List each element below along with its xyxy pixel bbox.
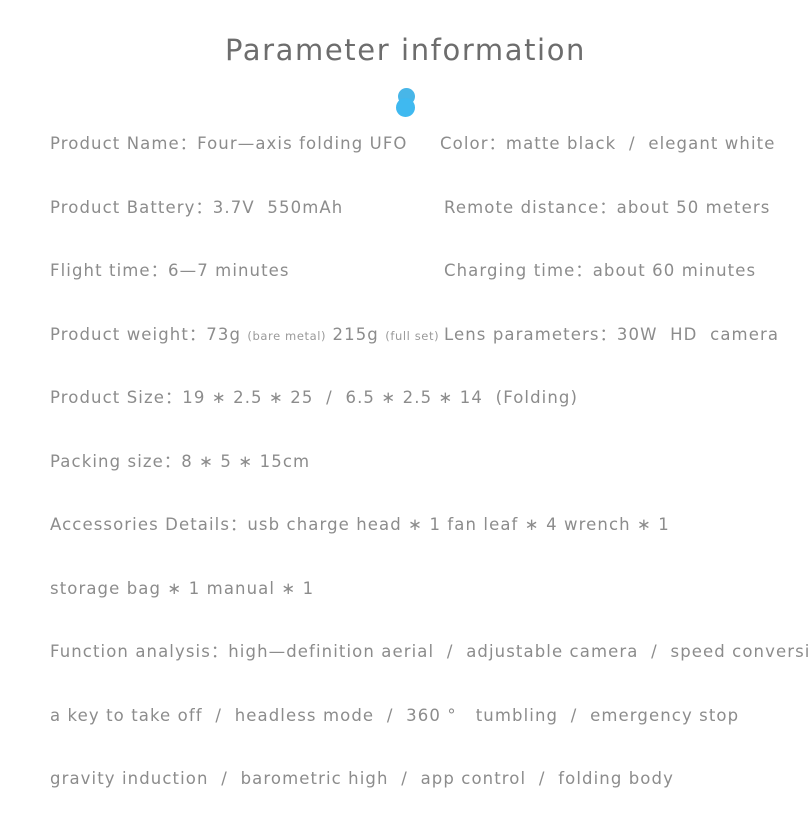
- spec-value: gravity induction / barometric high / ap…: [50, 769, 674, 788]
- spec-separator: ：: [188, 324, 207, 344]
- spec-value: a key to take off / headless mode / 360 …: [50, 705, 740, 725]
- spec-packing-size: Packing size：8 ∗ 5 ∗ 15cm: [50, 443, 310, 481]
- spec-value: storage bag ∗ 1 manual ∗ 1: [50, 578, 315, 598]
- spec-separator: ：: [230, 515, 248, 534]
- spec-label: Charging time: [444, 261, 576, 280]
- spec-value: 3.7V 550mAh: [212, 197, 344, 217]
- spec-value: usb charge head ∗ 1 fan leaf ∗ 4 wrench …: [247, 515, 670, 534]
- spec-value: 73g: [206, 324, 242, 344]
- spec-label: Function analysis: [50, 642, 211, 661]
- spec-product-battery: Product Battery：3.7V 550mAh: [50, 189, 343, 227]
- spec-row: Product Size：19 ∗ 2.5 ∗ 25 / 6.5 ∗ 2.5 ∗…: [0, 379, 811, 443]
- spec-separator: ：: [179, 134, 198, 153]
- spec-row: a key to take off / headless mode / 360 …: [0, 697, 811, 761]
- spec-separator: ：: [150, 261, 168, 280]
- page-title: Parameter information: [224, 33, 587, 67]
- spec-label: Accessories Details: [50, 515, 231, 534]
- spec-value: 30W HD camera: [616, 324, 780, 344]
- spec-value-full-set: 215g: [332, 324, 379, 344]
- spec-separator: ：: [195, 197, 213, 217]
- spec-row: Accessories Details：usb charge head ∗ 1 …: [0, 506, 811, 570]
- decorative-dots-divider: [386, 88, 426, 124]
- spec-accessories-details-continued: storage bag ∗ 1 manual ∗ 1: [50, 570, 314, 608]
- spec-value: matte black / elegant white: [505, 134, 776, 153]
- spec-product-weight: Product weight：73g (bare metal) 215g (fu…: [50, 316, 439, 355]
- spec-charging-time: Charging time：about 60 minutes: [444, 252, 756, 290]
- spec-value: about 50 meters: [616, 197, 771, 217]
- spec-label: Flight time: [50, 261, 151, 280]
- spec-row: gravity induction / barometric high / ap…: [0, 760, 811, 824]
- spec-row: Product Battery：3.7V 550mAh Remote dista…: [0, 189, 811, 253]
- spec-product-name: Product Name：Four—axis folding UFO: [50, 125, 408, 163]
- parameter-information-page: Parameter information Product Name：Four—…: [0, 0, 811, 811]
- spec-row: Function analysis：high—definition aerial…: [0, 633, 811, 697]
- spec-separator: ：: [163, 451, 182, 471]
- spec-note-bare-metal: (bare metal): [247, 328, 327, 343]
- spec-value: 19 ∗ 2.5 ∗ 25 / 6.5 ∗ 2.5 ∗ 14 (Folding): [182, 388, 579, 407]
- spec-function-analysis-continued-1: a key to take off / headless mode / 360 …: [50, 697, 739, 735]
- spec-flight-time: Flight time：6—7 minutes: [50, 252, 290, 290]
- spec-function-analysis: Function analysis：high—definition aerial…: [50, 633, 811, 671]
- spec-value: Four—axis folding UFO: [197, 134, 408, 153]
- spec-row: Product weight：73g (bare metal) 215g (fu…: [0, 316, 811, 380]
- spec-row: Product Name：Four—axis folding UFO Color…: [0, 125, 811, 189]
- spec-separator: ：: [210, 642, 229, 661]
- spec-label: Lens parameters: [444, 324, 600, 344]
- circle-dot-icon-bottom: [395, 98, 415, 117]
- spec-value: high—definition aerial / adjustable came…: [228, 642, 811, 661]
- spec-label: Color: [440, 134, 489, 153]
- spec-separator: ：: [164, 388, 183, 407]
- spec-remote-distance: Remote distance：about 50 meters: [444, 189, 770, 227]
- spec-label: Product Size: [50, 388, 165, 407]
- spec-product-size: Product Size：19 ∗ 2.5 ∗ 25 / 6.5 ∗ 2.5 ∗…: [50, 379, 578, 417]
- spec-row: Packing size：8 ∗ 5 ∗ 15cm: [0, 443, 811, 507]
- spec-value: 8 ∗ 5 ∗ 15cm: [181, 451, 311, 471]
- spec-note-full-set: (full set): [385, 328, 440, 343]
- spec-label: Remote distance: [444, 197, 600, 217]
- spec-row: Flight time：6—7 minutes Charging time：ab…: [0, 252, 811, 316]
- page-header: Parameter information: [0, 30, 811, 124]
- spec-value: 6—7 minutes: [168, 261, 290, 280]
- spec-separator: ：: [575, 261, 593, 280]
- spec-label: Packing size: [50, 451, 164, 471]
- spec-value: about 60 minutes: [592, 261, 757, 280]
- spec-label: Product Battery: [50, 197, 196, 217]
- spec-label: Product weight: [50, 324, 189, 344]
- spec-label: Product Name: [50, 134, 180, 153]
- spec-separator: ：: [599, 324, 617, 344]
- spec-function-analysis-continued-2: gravity induction / barometric high / ap…: [50, 760, 674, 798]
- spec-separator: ：: [599, 197, 617, 217]
- spec-list: Product Name：Four—axis folding UFO Color…: [0, 125, 811, 811]
- spec-accessories-details: Accessories Details：usb charge head ∗ 1 …: [50, 506, 670, 544]
- spec-color: Color：matte black / elegant white: [440, 125, 775, 163]
- spec-row: storage bag ∗ 1 manual ∗ 1: [0, 570, 811, 634]
- spec-separator: ：: [488, 134, 506, 153]
- spec-lens-parameters: Lens parameters：30W HD camera: [444, 316, 779, 354]
